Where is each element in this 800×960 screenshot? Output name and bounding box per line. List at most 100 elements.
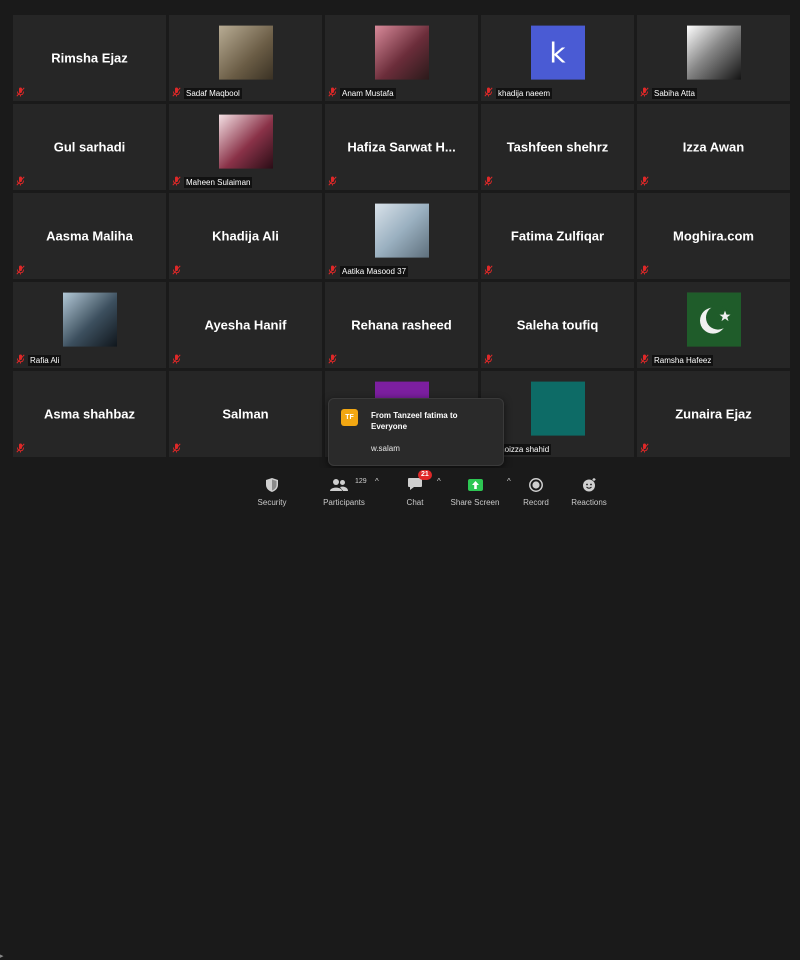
participant-name: Rimsha Ejaz (51, 50, 128, 66)
participant-tile[interactable]: Khadija Ali (169, 193, 322, 279)
participant-avatar (62, 292, 117, 347)
share-screen-label: Share Screen (450, 498, 500, 507)
participant-caption (484, 176, 493, 188)
participant-caption: Rafia Ali (16, 354, 62, 366)
participant-tile[interactable]: Sadaf Maqbool (169, 15, 322, 101)
participant-tile[interactable]: Rimsha Ejaz (13, 15, 166, 101)
participant-tile[interactable]: Ramsha Hafeez (637, 282, 790, 368)
muted-mic-icon (484, 176, 493, 188)
participant-name: Tashfeen shehrz (506, 139, 609, 155)
participant-tile[interactable]: Rafia Ali (13, 282, 166, 368)
participant-caption (16, 443, 25, 455)
muted-mic-icon (640, 87, 649, 99)
muted-mic-icon (172, 265, 181, 277)
participant-tile[interactable]: Izza Awan (637, 104, 790, 190)
record-button[interactable]: Record (521, 476, 551, 510)
chat-sender-line: From Tanzeel fatima to Everyone (371, 411, 458, 431)
participant-name: Asma shahbaz (43, 406, 136, 422)
participant-tile[interactable]: Salman (169, 371, 322, 457)
reactions-label: Reactions (571, 498, 607, 507)
record-label: Record (523, 498, 549, 507)
participant-grid: Rimsha Ejaz Sadaf Maqbool Anam Mustafa k kha… (13, 15, 790, 460)
chat-unread-badge: 21 (418, 470, 432, 480)
muted-mic-icon (172, 354, 181, 366)
participant-tile[interactable]: Tashfeen shehrz (481, 104, 634, 190)
share-screen-icon (467, 476, 483, 493)
chat-notification[interactable]: TF From Tanzeel fatima to Everyone w.sal… (328, 398, 504, 466)
participant-tile[interactable]: Sabiha Atta (637, 15, 790, 101)
chat-button[interactable]: 21 Chat (400, 470, 432, 510)
participants-icon: 129 (320, 476, 368, 493)
participant-caption (484, 354, 493, 366)
participant-caption-name: Rafia Ali (28, 354, 62, 366)
participant-tile[interactable]: Hafiza Sarwat H... (325, 104, 478, 190)
muted-mic-icon (16, 265, 25, 277)
muted-mic-icon (484, 354, 493, 366)
participants-button[interactable]: 129 Participants (320, 476, 368, 510)
participant-tile[interactable]: Saleha toufiq (481, 282, 634, 368)
muted-mic-icon (16, 176, 25, 188)
participant-name: Salman (222, 406, 269, 422)
left-edge-indicator: ▸ (0, 953, 4, 960)
share-screen-button[interactable]: Share Screen (449, 476, 501, 510)
muted-mic-icon (484, 87, 493, 99)
participant-tile[interactable]: Rehana rasheed (325, 282, 478, 368)
participant-caption (172, 443, 181, 455)
participant-tile[interactable]: Anam Mustafa (325, 15, 478, 101)
participant-tile[interactable]: Ayesha Hanif (169, 282, 322, 368)
share-screen-caret-icon[interactable]: ^ (507, 477, 515, 486)
participant-caption: Anam Mustafa (328, 87, 396, 99)
muted-mic-icon (16, 354, 25, 366)
participant-caption-name: Anam Mustafa (340, 87, 396, 99)
participant-tile[interactable]: Zunaira Ejaz (637, 371, 790, 457)
participant-caption (640, 443, 649, 455)
participant-name: Zunaira Ejaz (675, 406, 752, 422)
participant-tile[interactable]: Moghira.com (637, 193, 790, 279)
participant-avatar (218, 25, 273, 80)
participant-name: Hafiza Sarwat H... (347, 139, 456, 155)
muted-mic-icon (640, 265, 649, 277)
participant-name: Rehana rasheed (351, 317, 452, 333)
muted-mic-icon (16, 443, 25, 455)
participant-tile[interactable]: Fatima Zulfiqar (481, 193, 634, 279)
muted-mic-icon (640, 354, 649, 366)
muted-mic-icon (640, 443, 649, 455)
chat-label: Chat (406, 498, 424, 507)
participant-name: Saleha toufiq (516, 317, 599, 333)
reactions-button[interactable]: Reactions (570, 476, 608, 510)
chat-message-text: w.salam (371, 444, 400, 453)
participant-caption (16, 87, 25, 99)
muted-mic-icon (328, 176, 337, 188)
participant-caption: Ramsha Hafeez (640, 354, 714, 366)
participant-name: Moghira.com (673, 228, 754, 244)
participant-caption (328, 176, 337, 188)
participant-name: Gul sarhadi (53, 139, 126, 155)
chat-icon: 21 (408, 470, 432, 493)
participant-name: Izza Awan (682, 139, 745, 155)
participant-caption-name: Aatika Masood 37 (340, 265, 409, 277)
reactions-icon (582, 476, 597, 493)
participant-caption: Sabiha Atta (640, 87, 697, 99)
participant-name: Ayesha Hanif (204, 317, 287, 333)
security-button[interactable]: Security (252, 476, 292, 510)
participants-label: Participants (323, 498, 365, 507)
participant-tile[interactable]: Gul sarhadi (13, 104, 166, 190)
chat-sender-avatar: TF (341, 409, 358, 426)
muted-mic-icon (328, 354, 337, 366)
participant-caption-name: Maheen Sulaiman (184, 176, 253, 188)
shield-icon (266, 476, 278, 493)
participant-caption: Maheen Sulaiman (172, 176, 253, 188)
participant-tile[interactable]: k khadija naeem (481, 15, 634, 101)
participant-tile[interactable]: Maheen Sulaiman (169, 104, 322, 190)
participant-caption (172, 354, 181, 366)
participant-tile[interactable]: Aatika Masood 37 (325, 193, 478, 279)
participant-tile[interactable]: Aasma Maliha (13, 193, 166, 279)
record-icon (529, 476, 543, 493)
chat-caret-icon[interactable]: ^ (437, 477, 445, 486)
participant-caption-name: khadija naeem (496, 87, 553, 99)
participant-name: Aasma Maliha (46, 228, 133, 244)
participant-caption: Aatika Masood 37 (328, 265, 409, 277)
participant-tile[interactable]: Asma shahbaz (13, 371, 166, 457)
participant-caption: Sadaf Maqbool (172, 87, 242, 99)
participants-caret-icon[interactable]: ^ (375, 477, 383, 486)
